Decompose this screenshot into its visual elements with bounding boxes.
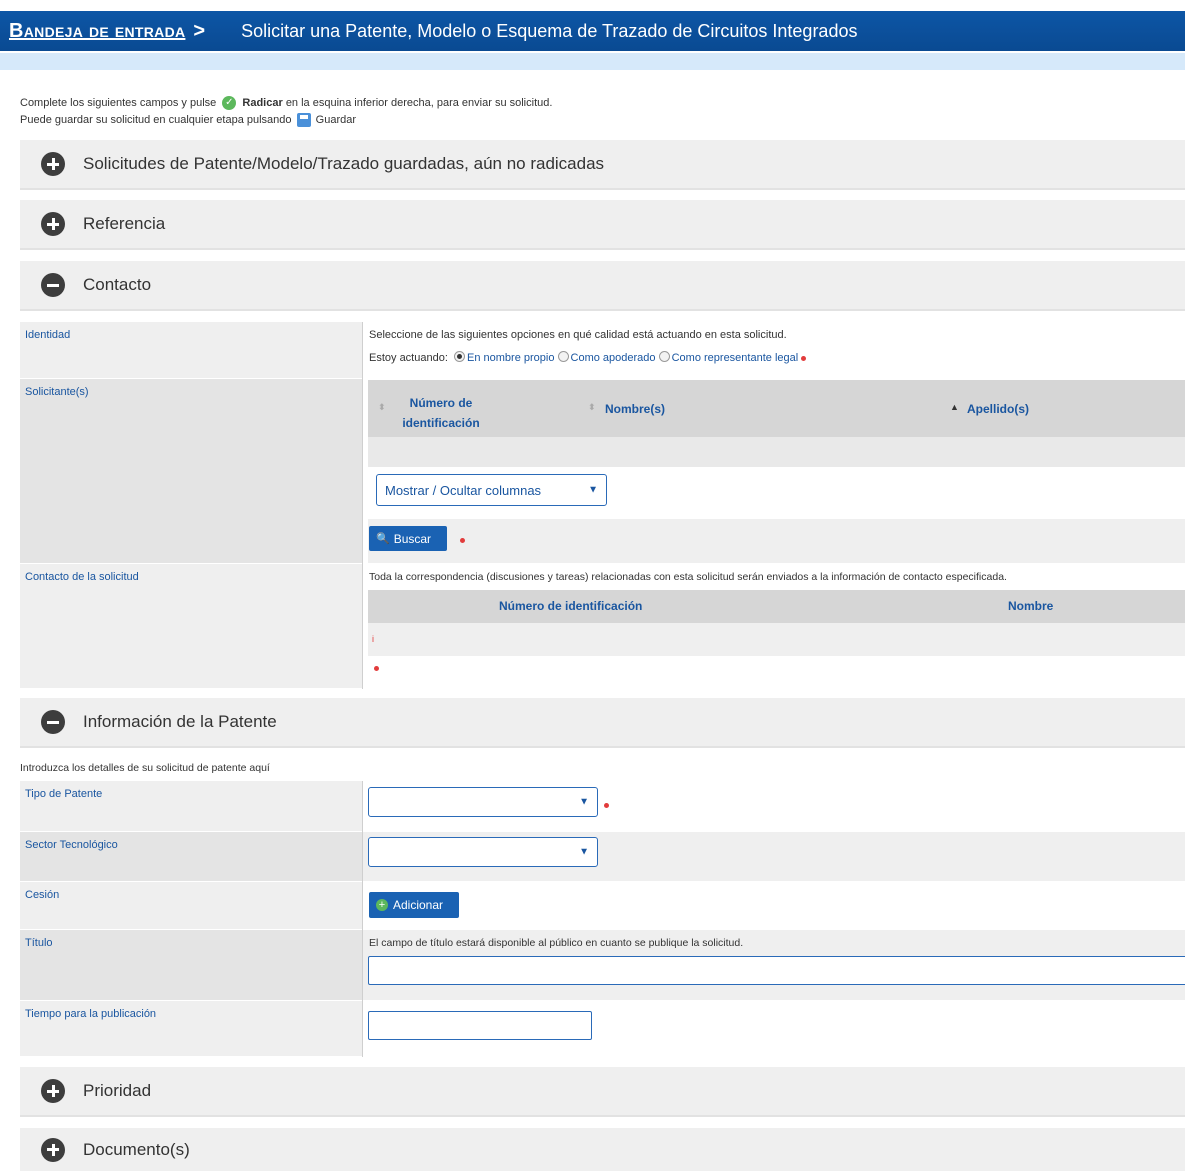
sector-label-cell: Sector Tecnológico	[20, 832, 362, 881]
column-divider	[362, 322, 363, 689]
sort-asc-icon[interactable]: ▲	[950, 402, 959, 412]
section-referencia[interactable]: Referencia	[20, 200, 1185, 250]
titulo-help: El campo de título estará disponible al …	[369, 937, 744, 949]
patente-help: Introduzca los detalles de su solicitud …	[20, 762, 270, 774]
section-title: Documento(s)	[83, 1139, 190, 1159]
instructions: Complete los siguientes campos y pulse ✓…	[20, 95, 552, 129]
instructions-radicar: Radicar	[242, 97, 283, 109]
radio-label-propio[interactable]: En nombre propio	[467, 352, 554, 364]
identidad-label-cell: Identidad	[20, 322, 362, 378]
solicitantes-label-cell: Solicitante(s)	[20, 379, 362, 563]
col-numero-identificacion[interactable]: Número de identificación	[499, 599, 642, 613]
col-nombre[interactable]: Nombre	[1008, 599, 1053, 613]
section-saved-applications[interactable]: Solicitudes de Patente/Modelo/Trazado gu…	[20, 140, 1185, 190]
chevron-down-icon: ▼	[579, 846, 589, 858]
titulo-input[interactable]	[368, 956, 1185, 985]
adicionar-label: Adicionar	[393, 898, 444, 912]
sector-label: Sector Tecnológico	[25, 839, 118, 851]
chevron-down-icon: ▼	[579, 796, 589, 808]
sort-icon[interactable]: ⬍	[588, 402, 596, 413]
col-apellidos[interactable]: Apellido(s)	[967, 402, 1029, 416]
solicitantes-label: Solicitante(s)	[25, 386, 89, 398]
section-informacion-patente[interactable]: Información de la Patente	[20, 698, 1185, 748]
collapse-icon[interactable]	[41, 273, 65, 297]
radio-en-nombre-propio[interactable]	[454, 351, 466, 362]
titulo-label-cell: Título	[20, 930, 362, 1000]
required-marker	[374, 666, 379, 671]
identidad-help: Seleccione de las siguientes opciones en…	[369, 329, 787, 341]
section-prioridad[interactable]: Prioridad	[20, 1067, 1185, 1117]
section-title: Información de la Patente	[83, 712, 277, 731]
section-contacto[interactable]: Contacto	[20, 261, 1185, 311]
adicionar-button[interactable]: + Adicionar	[369, 892, 459, 918]
tipo-patente-label: Tipo de Patente	[25, 788, 103, 800]
radio-label-apoderado[interactable]: Como apoderado	[571, 352, 656, 364]
section-title: Contacto	[83, 275, 152, 294]
section-title: Prioridad	[83, 1081, 152, 1100]
col-numero-line1: Número de	[409, 396, 473, 410]
tipo-patente-label-cell: Tipo de Patente	[20, 781, 362, 831]
row-marker: i	[372, 634, 374, 644]
cesion-label: Cesión	[25, 889, 60, 901]
save-icon	[296, 113, 311, 128]
section-title: Solicitudes de Patente/Modelo/Trazado gu…	[83, 154, 605, 173]
solicitantes-empty-row	[368, 437, 1185, 467]
expand-icon[interactable]	[41, 1137, 65, 1162]
buscar-area	[368, 519, 1185, 563]
section-documentos[interactable]: Documento(s)	[20, 1128, 1185, 1171]
identidad-label: Identidad	[25, 329, 71, 341]
sort-icon[interactable]: ⬍	[378, 402, 386, 413]
col-numero-line2: identificación	[402, 416, 480, 430]
page-title: Solicitar una Patente, Modelo o Esquema …	[241, 20, 858, 41]
estoy-actuando-label: Estoy actuando:	[369, 352, 448, 364]
tiempo-publicacion-input[interactable]	[368, 1011, 592, 1040]
instructions-line1-a: Complete los siguientes campos y pulse	[20, 97, 217, 109]
expand-icon[interactable]	[41, 212, 65, 236]
radio-como-apoderado[interactable]	[557, 351, 569, 362]
radio-como-representante[interactable]	[658, 351, 670, 362]
show-hide-columns-value: Mostrar / Ocultar columnas	[385, 483, 542, 498]
radio-label-representante[interactable]: Como representante legal	[672, 352, 799, 364]
instructions-line2-a: Puede guardar su solicitud en cualquier …	[20, 114, 292, 126]
tiempo-label: Tiempo para la publicación	[25, 1008, 157, 1020]
instructions-line2-b: Guardar	[315, 114, 357, 126]
required-marker	[604, 803, 609, 808]
show-hide-columns-select[interactable]: Mostrar / Ocultar columnas ▼	[376, 474, 607, 506]
collapse-icon[interactable]	[41, 710, 65, 734]
column-divider	[362, 781, 363, 1057]
solicitantes-table-header: ⬍ Número de identificación ⬍ Nombre(s) ▲…	[368, 380, 1185, 437]
sub-bar	[0, 53, 1185, 70]
identity-options: Estoy actuando: En nombre propio Como ap…	[369, 351, 807, 364]
expand-icon[interactable]	[41, 152, 65, 176]
tiempo-label-cell: Tiempo para la publicación	[20, 1001, 362, 1056]
contacto-help: Toda la correspondencia (discusiones y t…	[369, 571, 1007, 583]
check-circle-icon: ✓	[222, 96, 237, 111]
col-numero-identificacion[interactable]: Número de identificación	[401, 393, 481, 433]
sector-tecnologico-select[interactable]: ▼	[368, 837, 598, 867]
col-nombres[interactable]: Nombre(s)	[605, 402, 665, 416]
add-icon: +	[376, 899, 388, 911]
title-bar: Bandeja de entrada > Solicitar una Paten…	[0, 11, 1185, 51]
contacto-table-header: Número de identificación Nombre	[368, 590, 1185, 623]
search-icon: 🔍	[376, 533, 390, 545]
breadcrumb-inbox-link[interactable]: Bandeja de entrada	[9, 20, 185, 43]
chevron-down-icon: ▼	[588, 484, 598, 496]
expand-icon[interactable]	[41, 1079, 65, 1103]
buscar-label: Buscar	[393, 531, 432, 546]
tipo-patente-select[interactable]: ▼	[368, 787, 598, 817]
contacto-solicitud-label-cell: Contacto de la solicitud	[20, 564, 362, 688]
titulo-label: Título	[25, 937, 53, 949]
buscar-button[interactable]: 🔍 Buscar	[369, 526, 447, 551]
required-marker	[801, 356, 807, 361]
contacto-table-row: i	[368, 623, 1185, 656]
breadcrumb-separator: >	[193, 19, 206, 42]
instructions-line1-b: en la esquina inferior derecha, para env…	[285, 97, 553, 109]
cesion-label-cell: Cesión	[20, 882, 362, 929]
contacto-solicitud-label: Contacto de la solicitud	[25, 571, 139, 583]
section-title: Referencia	[83, 214, 166, 233]
required-marker	[460, 538, 465, 543]
